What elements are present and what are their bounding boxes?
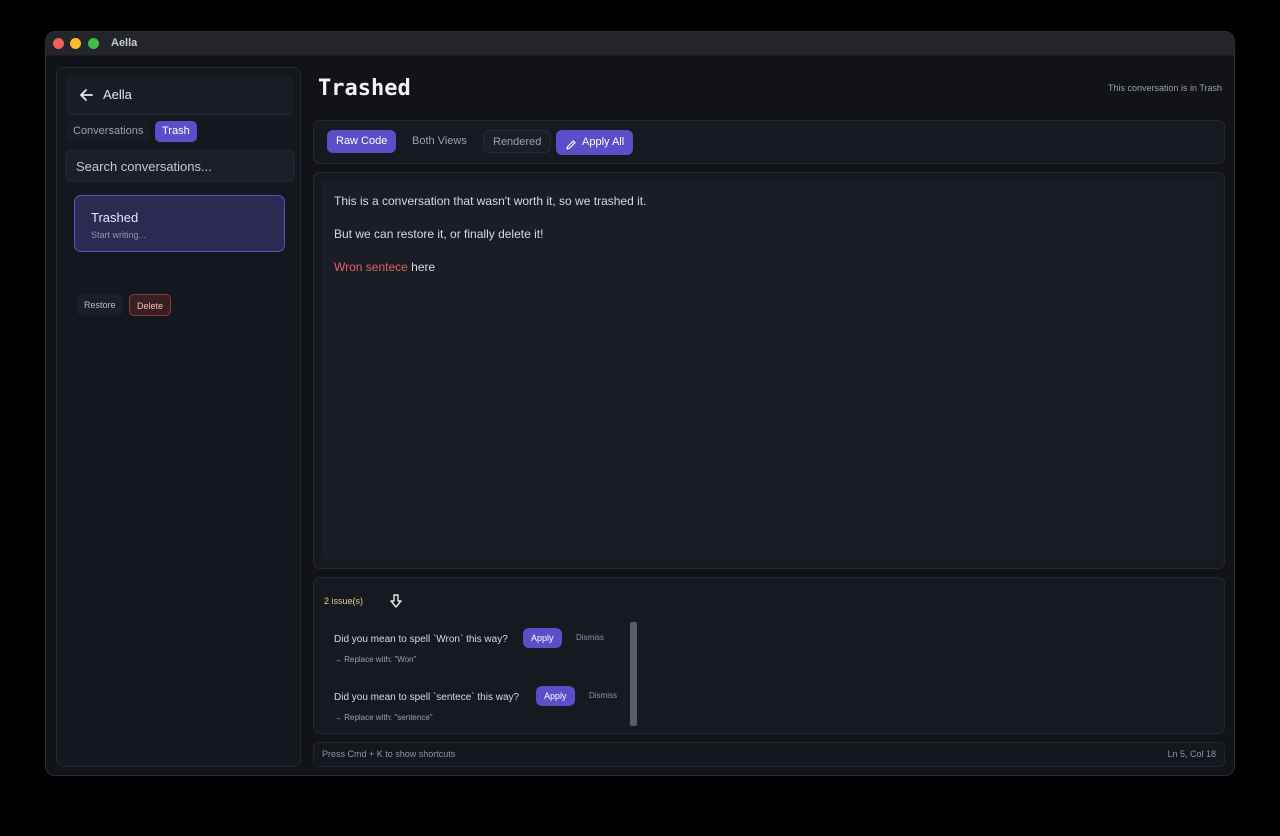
arrow-left-icon[interactable]	[78, 87, 94, 103]
sidebar: Aella Conversations Trash Trashed Start …	[56, 67, 301, 767]
apply-all-button[interactable]: Apply All	[556, 130, 634, 155]
title-bar: Aella	[46, 32, 1234, 56]
tab-trash[interactable]: Trash	[155, 121, 197, 142]
page-title: Trashed	[318, 76, 411, 101]
app-window: Aella Aella Conversations Trash Trashed …	[45, 31, 1235, 776]
rendered-button[interactable]: Rendered	[483, 130, 552, 153]
issue-dismiss-button[interactable]: Dismiss	[589, 691, 617, 700]
window-title: Aella	[111, 37, 138, 49]
issues-scrollbar[interactable]	[630, 622, 637, 726]
status-bar: Press Cmd + K to show shortcuts Ln 5, Co…	[313, 742, 1225, 767]
cursor-position: Ln 5, Col 18	[1167, 749, 1216, 759]
issue-apply-button[interactable]: Apply	[523, 628, 562, 648]
sidebar-app-name: Aella	[103, 87, 132, 102]
tab-conversations[interactable]: Conversations	[66, 121, 151, 142]
issue-replacement: → Replace with: "Won"	[334, 655, 417, 664]
editor-textarea[interactable]: This is a conversation that wasn't worth…	[322, 181, 1216, 560]
sidebar-header: Aella	[65, 76, 293, 115]
issue-apply-button[interactable]: Apply	[536, 686, 575, 706]
conversation-subtitle: Start writing...	[91, 230, 147, 240]
search-input[interactable]	[65, 150, 295, 182]
editor-line: This is a conversation that wasn't worth…	[334, 194, 647, 208]
shortcut-hint: Press Cmd + K to show shortcuts	[322, 749, 456, 759]
apply-all-label: Apply All	[582, 136, 625, 148]
issues-panel: 2 issue(s) Did you mean to spell `Wron` …	[313, 577, 1225, 734]
minimize-window-button[interactable]	[70, 38, 81, 49]
conversation-item[interactable]: Trashed Start writing...	[74, 195, 285, 252]
arrow-down-icon[interactable]	[388, 593, 404, 609]
issue-dismiss-button[interactable]: Dismiss	[576, 633, 604, 642]
maximize-window-button[interactable]	[88, 38, 99, 49]
conversation-title: Trashed	[91, 210, 139, 225]
raw-code-button[interactable]: Raw Code	[327, 130, 397, 153]
delete-button[interactable]: Delete	[129, 294, 172, 316]
both-views-button[interactable]: Both Views	[403, 130, 476, 153]
issue-replacement: → Replace with: "sentence"	[334, 713, 433, 722]
editor-text: here	[407, 260, 436, 274]
issue-question: Did you mean to spell `sentece` this way…	[334, 692, 520, 703]
issue-question: Did you mean to spell `Wron` this way?	[334, 634, 508, 645]
misspelled-text[interactable]: Wron sentece	[334, 260, 408, 274]
restore-button[interactable]: Restore	[77, 294, 123, 316]
editor-line: But we can restore it, or finally delete…	[334, 227, 544, 241]
view-toolbar: Raw Code Both Views Rendered Apply All	[313, 120, 1225, 164]
close-window-button[interactable]	[53, 38, 64, 49]
editor-panel: This is a conversation that wasn't worth…	[313, 172, 1225, 569]
issue-count: 2 issue(s)	[324, 596, 364, 606]
pencil-icon	[565, 136, 577, 150]
editor-line: Wron sentece here	[334, 260, 435, 274]
trash-status-note: This conversation is in Trash	[1107, 83, 1222, 93]
